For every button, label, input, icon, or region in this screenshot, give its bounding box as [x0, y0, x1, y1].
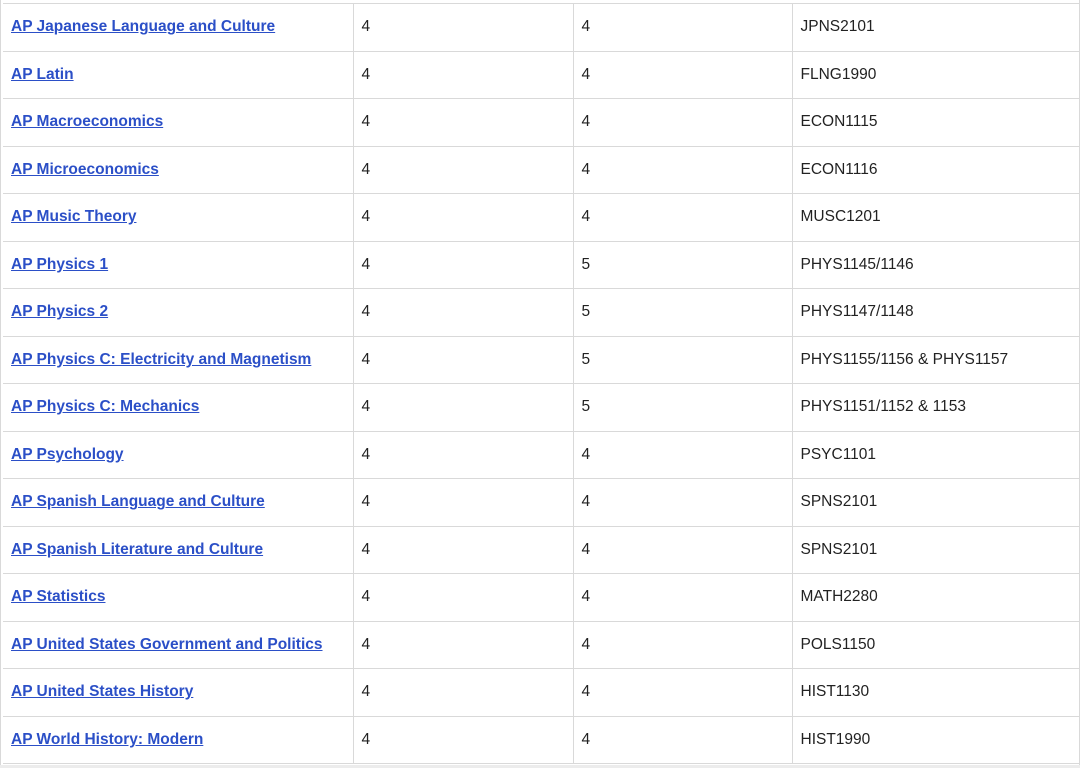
- credits-cell: 4: [572, 668, 793, 717]
- course-link[interactable]: AP Statistics: [11, 588, 105, 605]
- table-row: AP Japanese Language and Culture 4 4 JPN…: [3, 3, 1079, 52]
- table-row: AP Spanish Language and Culture 4 4 SPNS…: [3, 478, 1079, 527]
- score-cell: 4: [352, 430, 574, 479]
- course-link[interactable]: AP Physics 2: [11, 303, 108, 320]
- course-cell: AP Physics C: Electricity and Magnetism: [3, 335, 354, 384]
- course-cell: AP Physics C: Mechanics: [3, 383, 354, 432]
- equivalent-cell: MUSC1201: [791, 193, 1079, 242]
- course-link[interactable]: AP Spanish Literature and Culture: [11, 541, 263, 558]
- credits-cell: 4: [572, 193, 793, 242]
- credits-cell: 4: [572, 98, 793, 147]
- credits-cell: 5: [572, 240, 793, 289]
- credits-cell: 4: [572, 3, 793, 52]
- course-cell: AP Spanish Literature and Culture: [3, 525, 354, 574]
- course-link[interactable]: AP Latin: [11, 66, 74, 83]
- score-cell: 4: [352, 525, 574, 574]
- equivalent-cell: MATH2280: [791, 573, 1079, 622]
- course-cell: AP Spanish Language and Culture: [3, 478, 354, 527]
- equivalent-cell: JPNS2101: [791, 3, 1079, 52]
- table-row: AP Physics 1 4 5 PHYS1145/1146: [3, 240, 1079, 289]
- score-cell: 4: [352, 98, 574, 147]
- equivalent-cell: PHYS1151/1152 & 1153: [791, 383, 1079, 432]
- ap-credit-table-container: AP Japanese Language and Culture 4 4 JPN…: [0, 0, 1080, 767]
- course-link[interactable]: AP Physics 1: [11, 256, 108, 273]
- credits-cell: 4: [572, 145, 793, 194]
- ap-credit-table: AP Japanese Language and Culture 4 4 JPN…: [3, 3, 1079, 764]
- table-row: AP Physics C: Electricity and Magnetism …: [3, 335, 1079, 384]
- credits-cell: 4: [572, 525, 793, 574]
- table-row: AP Physics C: Mechanics 4 5 PHYS1151/115…: [3, 383, 1079, 432]
- table-row: AP Music Theory 4 4 MUSC1201: [3, 193, 1079, 242]
- course-cell: AP Japanese Language and Culture: [3, 3, 354, 52]
- course-link[interactable]: AP Microeconomics: [11, 161, 159, 178]
- credits-cell: 4: [572, 430, 793, 479]
- course-cell: AP Music Theory: [3, 193, 354, 242]
- equivalent-cell: HIST1990: [791, 715, 1079, 764]
- table-row: AP United States History 4 4 HIST1130: [3, 668, 1079, 717]
- table-body: AP Japanese Language and Culture 4 4 JPN…: [3, 3, 1079, 764]
- table-row: AP World History: Modern 4 4 HIST1990: [3, 715, 1079, 764]
- course-link[interactable]: AP Physics C: Electricity and Magnetism: [11, 351, 311, 368]
- equivalent-cell: ECON1116: [791, 145, 1079, 194]
- credits-cell: 4: [572, 715, 793, 764]
- score-cell: 4: [352, 240, 574, 289]
- course-link[interactable]: AP Psychology: [11, 446, 124, 463]
- course-cell: AP United States Government and Politics: [3, 620, 354, 669]
- table-row: AP Macroeconomics 4 4 ECON1115: [3, 98, 1079, 147]
- credits-cell: 4: [572, 620, 793, 669]
- equivalent-cell: PHYS1147/1148: [791, 288, 1079, 337]
- course-cell: AP Physics 2: [3, 288, 354, 337]
- table-row: AP Spanish Literature and Culture 4 4 SP…: [3, 525, 1079, 574]
- course-cell: AP Latin: [3, 50, 354, 99]
- equivalent-cell: PSYC1101: [791, 430, 1079, 479]
- course-link[interactable]: AP World History: Modern: [11, 731, 203, 748]
- equivalent-cell: HIST1130: [791, 668, 1079, 717]
- course-link[interactable]: AP United States Government and Politics: [11, 636, 323, 653]
- credits-cell: 4: [572, 478, 793, 527]
- table-row: AP Microeconomics 4 4 ECON1116: [3, 145, 1079, 194]
- credits-cell: 5: [572, 335, 793, 384]
- score-cell: 4: [352, 573, 574, 622]
- equivalent-cell: PHYS1155/1156 & PHYS1157: [791, 335, 1079, 384]
- table-row: AP Psychology 4 4 PSYC1101: [3, 430, 1079, 479]
- course-cell: AP Psychology: [3, 430, 354, 479]
- score-cell: 4: [352, 668, 574, 717]
- equivalent-cell: PHYS1145/1146: [791, 240, 1079, 289]
- equivalent-cell: POLS1150: [791, 620, 1079, 669]
- score-cell: 4: [352, 715, 574, 764]
- equivalent-cell: ECON1115: [791, 98, 1079, 147]
- course-cell: AP Microeconomics: [3, 145, 354, 194]
- credits-cell: 4: [572, 50, 793, 99]
- score-cell: 4: [352, 50, 574, 99]
- table-row: AP Statistics 4 4 MATH2280: [3, 573, 1079, 622]
- table-row: AP United States Government and Politics…: [3, 620, 1079, 669]
- course-link[interactable]: AP Macroeconomics: [11, 113, 163, 130]
- course-cell: AP World History: Modern: [3, 715, 354, 764]
- course-cell: AP Macroeconomics: [3, 98, 354, 147]
- score-cell: 4: [352, 145, 574, 194]
- course-cell: AP United States History: [3, 668, 354, 717]
- course-link[interactable]: AP Spanish Language and Culture: [11, 493, 265, 510]
- score-cell: 4: [352, 478, 574, 527]
- table-row: AP Physics 2 4 5 PHYS1147/1148: [3, 288, 1079, 337]
- score-cell: 4: [352, 620, 574, 669]
- credits-cell: 5: [572, 383, 793, 432]
- equivalent-cell: SPNS2101: [791, 525, 1079, 574]
- equivalent-cell: FLNG1990: [791, 50, 1079, 99]
- credits-cell: 4: [572, 573, 793, 622]
- score-cell: 4: [352, 3, 574, 52]
- table-row: AP Latin 4 4 FLNG1990: [3, 50, 1079, 99]
- equivalent-cell: SPNS2101: [791, 478, 1079, 527]
- course-link[interactable]: AP Music Theory: [11, 208, 136, 225]
- score-cell: 4: [352, 193, 574, 242]
- course-link[interactable]: AP Japanese Language and Culture: [11, 18, 275, 35]
- course-link[interactable]: AP United States History: [11, 683, 193, 700]
- course-link[interactable]: AP Physics C: Mechanics: [11, 398, 199, 415]
- score-cell: 4: [352, 383, 574, 432]
- course-cell: AP Physics 1: [3, 240, 354, 289]
- credits-cell: 5: [572, 288, 793, 337]
- course-cell: AP Statistics: [3, 573, 354, 622]
- score-cell: 4: [352, 335, 574, 384]
- score-cell: 4: [352, 288, 574, 337]
